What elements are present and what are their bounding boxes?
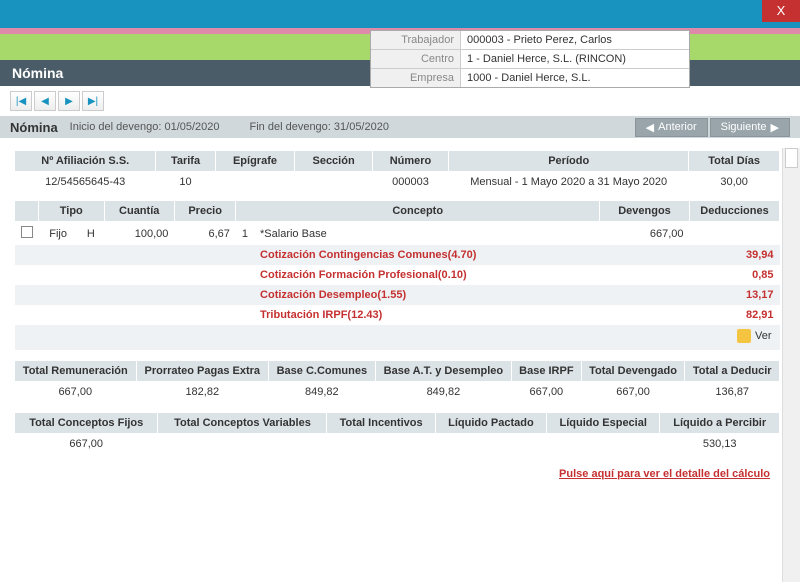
concepts-table: Tipo Cuantía Precio Concepto Devengos De… (14, 200, 780, 350)
col-tipo: Tipo (39, 201, 105, 222)
detail-link-row: Pulse aquí para ver el detalle del cálcu… (14, 468, 780, 480)
table-row: Cotización Formación Profesional(0.10)0,… (15, 265, 780, 285)
content-area: Nº Afiliación S.S. Tarifa Epígrafe Secci… (0, 138, 800, 582)
titlebar: X (0, 0, 800, 28)
table-row: Tributación IRPF(12.43)82,91 (15, 305, 780, 325)
table-row: Cotización Contingencias Comunes(4.70)39… (15, 245, 780, 265)
trabajador-label: Trabajador (371, 31, 461, 49)
table-row: Fijo H 100,00 6,67 1 *Salario Base 667,0… (15, 222, 780, 246)
devengo-inicio: Inicio del devengo: 01/05/2020 (70, 121, 220, 133)
devengo-fin: Fin del devengo: 31/05/2020 (250, 121, 389, 133)
col-numero: Número (372, 151, 448, 172)
empresa-label: Empresa (371, 69, 461, 87)
col-epigrafe: Epígrafe (215, 151, 295, 172)
col-tarifa: Tarifa (156, 151, 215, 172)
col-cuantia: Cuantía (104, 201, 174, 222)
col-dias: Total Días (689, 151, 780, 172)
col-afiliacion: Nº Afiliación S.S. (15, 151, 156, 172)
col-periodo: Período (449, 151, 689, 172)
table-row: 667,00 530,13 (15, 434, 780, 455)
col-precio: Precio (174, 201, 236, 222)
anterior-button[interactable]: ◀ Anterior (635, 118, 708, 137)
totals-table-2: Total Conceptos Fijos Total Conceptos Va… (14, 412, 780, 454)
close-button[interactable]: X (762, 0, 800, 22)
centro-value: 1 - Daniel Herce, S.L. (RINCON) (461, 50, 689, 68)
table-row: Cotización Desempleo(1.55)13,17 (15, 285, 780, 305)
pencil-icon (737, 329, 751, 343)
subheader-title: Nómina (10, 120, 58, 135)
ver-button[interactable]: Ver (737, 329, 772, 343)
col-concepto: Concepto (236, 201, 600, 222)
totals-table-1: Total Remuneración Prorrateo Pagas Extra… (14, 360, 780, 402)
col-seccion: Sección (295, 151, 372, 172)
nav-last-button[interactable]: ▶| (82, 91, 104, 111)
centro-label: Centro (371, 50, 461, 68)
nav-prev-button[interactable]: ◀ (34, 91, 56, 111)
empresa-value: 1000 - Daniel Herce, S.L. (461, 69, 689, 87)
scrollbar[interactable] (782, 148, 800, 582)
page-title: Nómina (12, 65, 63, 81)
table-row: 667,00 182,82 849,82 849,82 667,00 667,0… (15, 382, 780, 403)
trabajador-value: 000003 - Prieto Perez, Carlos (461, 31, 689, 49)
table-row: 12/54565645-43 10 000003 Mensual - 1 May… (15, 172, 780, 193)
detail-link[interactable]: Pulse aquí para ver el detalle del cálcu… (559, 468, 770, 480)
info-box: Trabajador 000003 - Prieto Perez, Carlos… (370, 30, 690, 88)
col-deducciones: Deducciones (690, 201, 780, 222)
row-checkbox[interactable] (21, 226, 33, 238)
nav-next-button[interactable]: ▶ (58, 91, 80, 111)
siguiente-button[interactable]: Siguiente ▶ (710, 118, 790, 137)
summary-table: Nº Afiliación S.S. Tarifa Epígrafe Secci… (14, 150, 780, 192)
subheader: Nómina Inicio del devengo: 01/05/2020 Fi… (0, 116, 800, 138)
toolbar: |◀ ◀ ▶ ▶| (0, 86, 800, 116)
nav-first-button[interactable]: |◀ (10, 91, 32, 111)
col-devengos: Devengos (600, 201, 690, 222)
